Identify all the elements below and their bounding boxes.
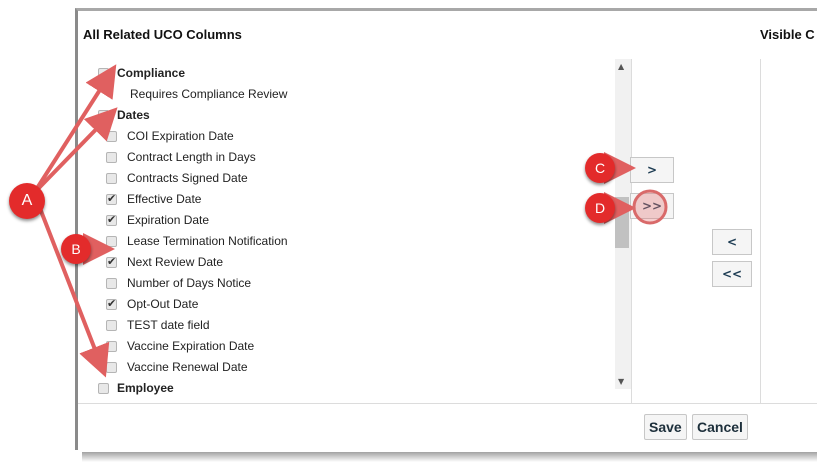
arrow-to-employee (32, 192, 110, 378)
callout-b: B (61, 234, 91, 264)
click-indicator-icon (632, 189, 668, 225)
arrow-to-dates (32, 107, 118, 195)
callout-d: D (585, 193, 615, 223)
callout-c: C (585, 153, 615, 183)
arrow-to-compliance (32, 64, 117, 195)
annotation-arrows (32, 64, 668, 378)
callout-a: A (9, 183, 45, 219)
